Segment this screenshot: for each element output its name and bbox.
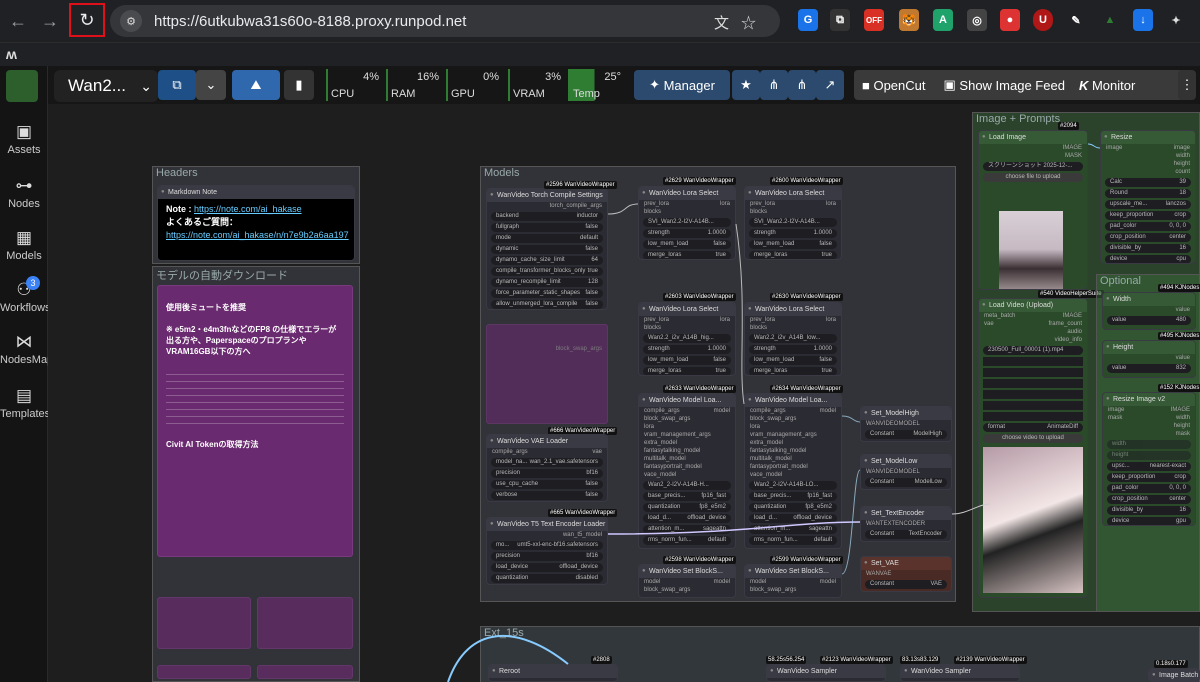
translate-extension-icon[interactable]: G — [798, 9, 818, 31]
tool-icon: ⋔ — [796, 77, 808, 92]
sidebar: ▣ Assets ⊶ Nodes ▦ Models ⚇ 3 Workflows ⋈ Node… — [0, 66, 53, 682]
bookmark-star-icon[interactable]: ☆ — [741, 15, 768, 32]
models-icon: ▦ — [15, 228, 33, 247]
queue-options-button[interactable]: ⌄ — [196, 70, 226, 100]
nodes-icon: ⊶ — [15, 176, 33, 195]
tool-b-button[interactable]: ⋔ — [788, 70, 816, 100]
node-links — [447, 143, 1101, 682]
sidebar-item-nodesmap[interactable]: ⋈ NodesMap — [0, 332, 53, 366]
image-feed-icon: ▣ — [943, 77, 960, 92]
workflows-badge: 3 — [26, 276, 40, 290]
show-image-feed-button[interactable]: Show Image Feed — [959, 78, 1065, 93]
comfy-logo-icon[interactable]: ʍ — [6, 46, 17, 62]
monitor-k-icon: K — [1078, 77, 1092, 93]
tool-icon: ⋔ — [768, 77, 780, 92]
star-icon: ★ — [740, 77, 752, 92]
nodesmap-icon: ⋈ — [15, 332, 33, 351]
url-text[interactable]: https://6utkubwa31s60o-8188.proxy.runpod… — [154, 13, 466, 30]
copy-extension-icon[interactable]: ⧉ — [830, 9, 850, 31]
gpu-stat: 0% GPU — [446, 69, 502, 101]
workflow-selector[interactable]: Wan2... ⌄ — [54, 70, 158, 102]
queue-icon: ⧉ — [172, 77, 182, 92]
sidebar-item-templates[interactable]: ▤ Templates — [0, 386, 50, 420]
queue-button[interactable]: ⧉ — [158, 70, 196, 100]
off-extension-icon[interactable]: OFF — [864, 9, 884, 31]
sidebar-item-assets[interactable]: ▣ Assets — [0, 122, 48, 156]
app-avatar[interactable] — [6, 70, 38, 102]
reload-icon: ↻ — [79, 9, 95, 30]
comfy-topbar: Wan2... ⌄ ⧉ ⌄ ⛰ ▮ 4% CPU 16% RAM 0% GPU 3% VR… — [48, 66, 1200, 104]
download-extension-icon[interactable]: ↓ — [1133, 9, 1153, 31]
back-icon[interactable]: ← — [4, 11, 32, 32]
mountain-logo-button[interactable]: ⛰ — [232, 70, 280, 100]
puzzle-icon: ✦ — [649, 77, 664, 92]
u-extension-icon[interactable]: U — [1033, 9, 1053, 31]
chevron-down-icon: ⌄ — [205, 77, 217, 92]
opencut-button[interactable]: OpenCut — [873, 78, 925, 93]
tree-extension-icon[interactable]: ▲ — [1100, 9, 1120, 31]
grid-icon: ⋮ — [1180, 77, 1194, 92]
graph-canvas[interactable]: Headers Markdown Note Note : https://not… — [48, 104, 1200, 682]
monitor-button[interactable]: Monitor — [1092, 78, 1135, 93]
workflows-icon: ⚇ — [16, 280, 32, 299]
manager-button[interactable]: ✦ Manager — [634, 70, 730, 100]
temp-stat: 25° Temp — [568, 69, 624, 101]
image-icon: ▣ — [15, 122, 33, 141]
tool-a-button[interactable]: ⋔ — [760, 70, 788, 100]
mountain-icon: ⛰ — [250, 77, 262, 92]
feed-toolbar: ■ OpenCut ▣ Show Image Feed K Monitor — [854, 70, 1184, 100]
eyedropper-extension-icon[interactable]: ✎ — [1066, 9, 1086, 31]
a-extension-icon[interactable]: A — [933, 9, 953, 31]
share-icon: ↗ — [824, 77, 836, 92]
vram-stat: 3% VRAM — [508, 69, 564, 101]
forward-icon[interactable]: → — [36, 11, 64, 32]
camera-icon: ■ — [862, 77, 874, 93]
address-bar[interactable]: ⚙ https://6utkubwa31s60o-8188.proxy.runp… — [110, 5, 780, 37]
bookmark-button[interactable]: ▮ — [284, 70, 314, 100]
reload-button[interactable]: ↻ — [69, 3, 105, 37]
glasses-extension-icon[interactable]: ◎ — [967, 9, 987, 31]
puzzle-extension-icon[interactable]: ✦ — [1166, 9, 1186, 31]
sidebar-item-nodes[interactable]: ⊶ Nodes — [0, 176, 48, 210]
chevron-down-icon: ⌄ — [140, 77, 152, 94]
sidebar-item-workflows[interactable]: ⚇ 3 Workflows — [0, 276, 51, 314]
tiger-extension-icon[interactable]: 🐯 — [899, 9, 919, 31]
translate-icon[interactable]: 文 — [714, 15, 741, 32]
templates-icon: ▤ — [15, 386, 33, 405]
bookmark-icon: ▮ — [295, 77, 303, 92]
more-menu-button[interactable]: ⋮ — [1178, 70, 1196, 100]
bookmarks-bar: ʍ — [0, 42, 1200, 66]
record-extension-icon[interactable]: ● — [1000, 9, 1020, 31]
share-button[interactable]: ↗ — [816, 70, 844, 100]
browser-toolbar: ← → ↻ ⚙ https://6utkubwa31s60o-8188.prox… — [0, 0, 1200, 42]
cpu-stat: 4% CPU — [326, 69, 382, 101]
star-button[interactable]: ★ — [732, 70, 760, 100]
ram-stat: 16% RAM — [386, 69, 442, 101]
sidebar-item-models[interactable]: ▦ Models — [0, 228, 48, 262]
site-info-icon[interactable]: ⚙ — [120, 10, 142, 32]
